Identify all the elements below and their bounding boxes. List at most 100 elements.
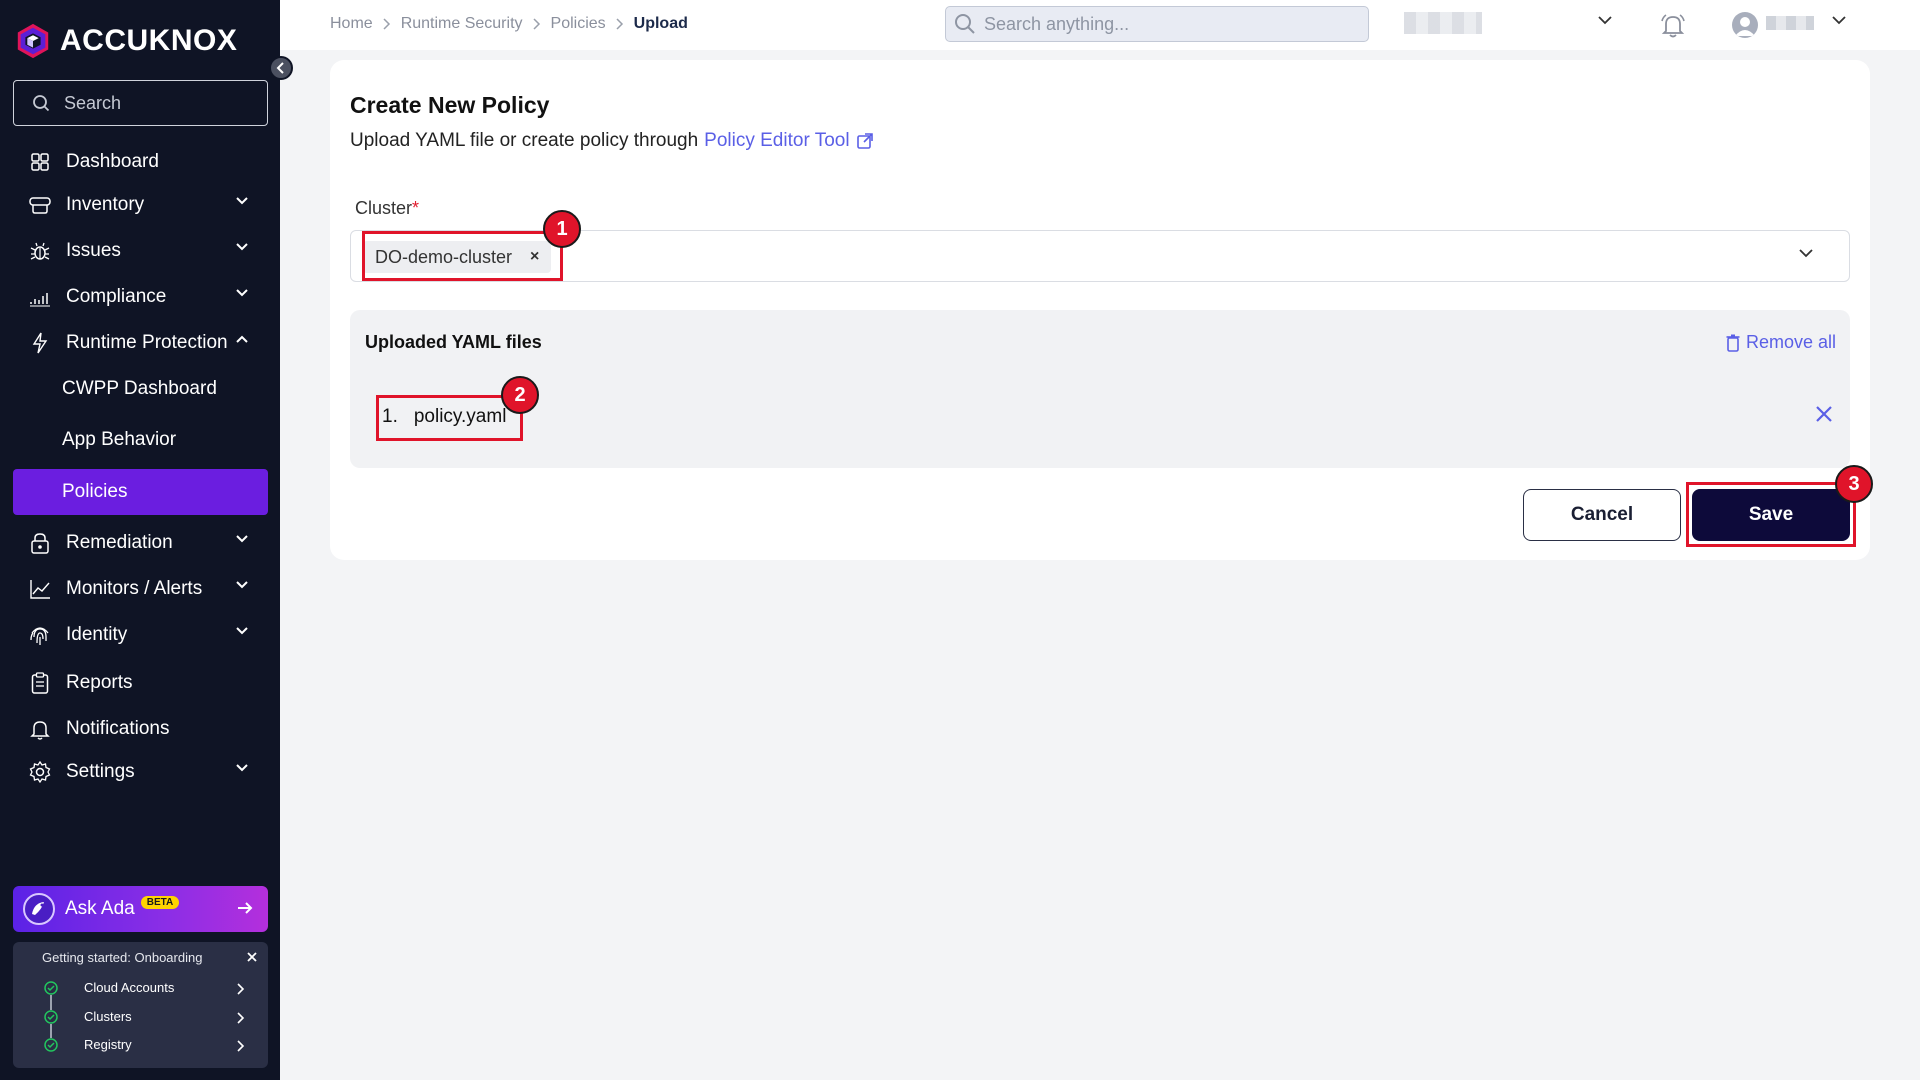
inventory-icon bbox=[28, 193, 52, 217]
annotation-badge-3: 3 bbox=[1835, 465, 1873, 503]
sidebar-item-monitors-alerts[interactable]: Monitors / Alerts bbox=[0, 569, 280, 609]
gear-icon bbox=[28, 760, 52, 784]
sidebar: ACCUKNOX Search Dashboard Inventory Issu… bbox=[0, 0, 293, 1080]
file-name: policy.yaml bbox=[413, 406, 507, 427]
collapse-sidebar-button[interactable] bbox=[269, 56, 293, 80]
sidebar-item-dashboard[interactable]: Dashboard bbox=[0, 142, 280, 182]
clipboard-icon bbox=[28, 671, 52, 695]
sidebar-item-label: Dashboard bbox=[66, 151, 159, 172]
onboarding-step-registry[interactable]: Registry bbox=[84, 1037, 132, 1052]
onboarding-title: Getting started: Onboarding bbox=[42, 950, 203, 965]
chevron-right-icon bbox=[532, 18, 540, 30]
uploaded-files-title: Uploaded YAML files bbox=[365, 332, 542, 352]
chevron-right-icon bbox=[237, 1040, 245, 1052]
ada-avatar bbox=[23, 893, 55, 925]
ada-icon bbox=[32, 902, 44, 915]
sidebar-item-issues[interactable]: Issues bbox=[0, 231, 280, 271]
lock-icon bbox=[28, 531, 52, 555]
sidebar-item-label: Runtime Protection bbox=[66, 332, 228, 353]
check-circle-icon bbox=[44, 1010, 58, 1024]
uploaded-files-panel: Uploaded YAML files Remove all 1. policy… bbox=[350, 310, 1850, 468]
cluster-label: Cluster* bbox=[355, 198, 419, 219]
notification-bell-icon[interactable] bbox=[1660, 12, 1686, 38]
bar-chart-icon bbox=[28, 285, 52, 309]
sidebar-item-label: Policies bbox=[62, 481, 128, 502]
file-index: 1. bbox=[382, 406, 398, 427]
tenant-selector-redacted[interactable] bbox=[1404, 12, 1482, 34]
sidebar-search-placeholder: Search bbox=[64, 92, 122, 113]
breadcrumb-home[interactable]: Home bbox=[330, 15, 373, 33]
sidebar-item-settings[interactable]: Settings bbox=[0, 752, 280, 792]
sidebar-item-runtime-protection[interactable]: Runtime Protection bbox=[0, 323, 280, 363]
sidebar-item-label: Issues bbox=[66, 240, 121, 261]
chevron-down-icon bbox=[236, 243, 248, 251]
beta-badge: BETA bbox=[140, 895, 180, 909]
line-chart-icon bbox=[28, 577, 52, 601]
remove-file-icon[interactable] bbox=[1814, 404, 1834, 424]
check-circle-icon bbox=[44, 981, 58, 995]
brand-logo[interactable]: ACCUKNOX bbox=[14, 22, 237, 60]
breadcrumb-policies[interactable]: Policies bbox=[551, 15, 606, 33]
global-search-placeholder: Search anything... bbox=[984, 13, 1130, 34]
fingerprint-icon bbox=[28, 623, 52, 647]
cancel-button[interactable]: Cancel bbox=[1523, 489, 1681, 541]
trash-icon bbox=[1726, 334, 1740, 352]
sidebar-item-label: Monitors / Alerts bbox=[66, 578, 203, 599]
save-button[interactable]: Save bbox=[1692, 489, 1850, 541]
sidebar-item-notifications[interactable]: Notifications bbox=[0, 709, 280, 749]
external-link-icon[interactable] bbox=[856, 132, 874, 150]
accuknox-logo-icon bbox=[17, 23, 49, 59]
remove-all-button[interactable]: Remove all bbox=[1726, 332, 1836, 353]
close-icon[interactable] bbox=[246, 951, 258, 963]
chevron-down-icon[interactable] bbox=[1598, 16, 1612, 25]
breadcrumb-runtime-security[interactable]: Runtime Security bbox=[401, 15, 523, 33]
sidebar-item-inventory[interactable]: Inventory bbox=[0, 185, 280, 225]
bolt-icon bbox=[28, 331, 52, 355]
user-avatar[interactable] bbox=[1732, 12, 1758, 38]
sidebar-item-identity[interactable]: Identity bbox=[0, 615, 280, 655]
ask-ada-button[interactable]: Ask Ada BETA bbox=[13, 886, 268, 932]
user-name-redacted bbox=[1766, 16, 1814, 30]
sidebar-item-label: Reports bbox=[66, 672, 133, 693]
annotation-badge-1: 1 bbox=[543, 210, 581, 248]
chip-remove-button[interactable]: × bbox=[530, 248, 539, 266]
sidebar-search-input[interactable]: Search bbox=[13, 80, 268, 126]
user-icon bbox=[1735, 17, 1755, 36]
sidebar-item-label: Notifications bbox=[66, 718, 170, 739]
chevron-left-icon bbox=[276, 62, 284, 74]
top-bar: Home Runtime Security Policies Upload Se… bbox=[280, 0, 1920, 50]
remove-all-label: Remove all bbox=[1745, 332, 1836, 352]
global-search-input[interactable]: Search anything... bbox=[945, 6, 1369, 42]
chevron-right-icon bbox=[237, 983, 245, 995]
sidebar-item-compliance[interactable]: Compliance bbox=[0, 277, 280, 317]
sidebar-item-remediation[interactable]: Remediation bbox=[0, 523, 280, 563]
chevron-down-icon[interactable] bbox=[1832, 16, 1846, 25]
chevron-down-icon bbox=[236, 289, 248, 297]
sidebar-item-reports[interactable]: Reports bbox=[0, 663, 280, 703]
dashboard-icon bbox=[28, 150, 52, 174]
onboarding-step-cloud-accounts[interactable]: Cloud Accounts bbox=[84, 980, 174, 995]
subtitle-text: Upload YAML file or create policy throug… bbox=[350, 130, 699, 151]
bug-icon bbox=[28, 239, 52, 263]
sidebar-item-label: Identity bbox=[66, 624, 128, 645]
chevron-down-icon bbox=[236, 581, 248, 589]
chevron-up-icon bbox=[236, 335, 248, 343]
arrow-right-icon bbox=[238, 902, 253, 914]
sidebar-subitem-cwpp-dashboard[interactable]: CWPP Dashboard bbox=[62, 372, 217, 406]
onboarding-panel: Getting started: Onboarding Cloud Accoun… bbox=[13, 942, 268, 1068]
create-policy-card: Create New Policy Upload YAML file or cr… bbox=[330, 60, 1870, 560]
policy-editor-link[interactable]: Policy Editor Tool bbox=[704, 130, 849, 152]
sidebar-item-label: Compliance bbox=[66, 286, 167, 307]
cluster-chip-label: DO-demo-cluster bbox=[375, 246, 513, 267]
sidebar-subitem-policies[interactable]: Policies bbox=[13, 469, 268, 515]
onboarding-connector bbox=[50, 995, 52, 1010]
onboarding-step-clusters[interactable]: Clusters bbox=[84, 1009, 132, 1024]
search-icon bbox=[955, 14, 975, 34]
sidebar-subitem-app-behavior[interactable]: App Behavior bbox=[62, 423, 176, 457]
cluster-chip: DO-demo-cluster × bbox=[363, 241, 552, 273]
bell-icon bbox=[28, 717, 52, 741]
chevron-right-icon bbox=[616, 18, 623, 30]
chevron-down-icon bbox=[236, 197, 248, 205]
chevron-down-icon[interactable] bbox=[1799, 249, 1813, 258]
ask-ada-label: Ask Ada bbox=[65, 898, 135, 919]
